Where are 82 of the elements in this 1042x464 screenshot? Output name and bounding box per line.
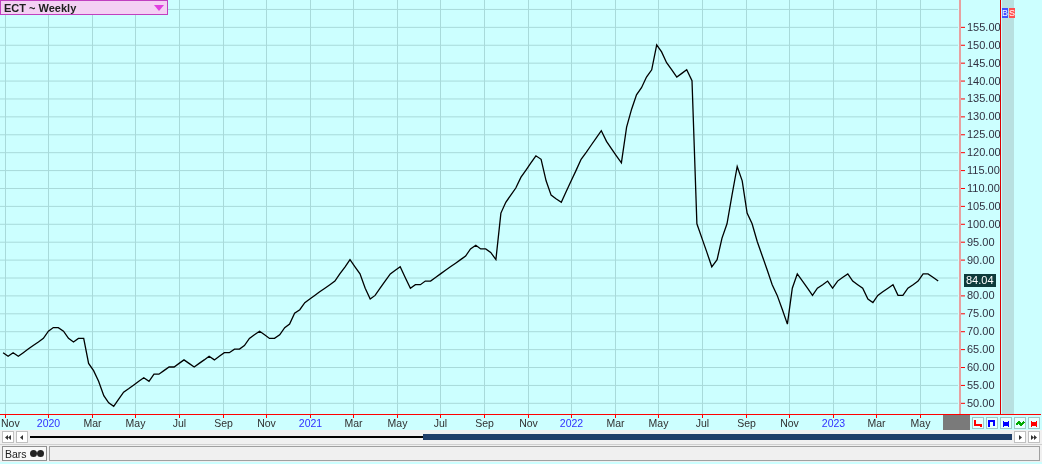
month-label: Nov: [780, 417, 799, 429]
last-button[interactable]: [1028, 431, 1040, 443]
month-label: May: [387, 417, 408, 429]
tick-mark: [960, 259, 966, 261]
tick-mark: [960, 313, 966, 315]
month-label: Sep: [214, 417, 233, 429]
month-label: Nov: [257, 417, 276, 429]
tick-mark: [960, 384, 966, 386]
year-label: 2022: [559, 417, 584, 429]
last-price: 84.04: [964, 273, 996, 287]
symbol-dropdown[interactable]: ECT ~ Weekly: [0, 0, 168, 15]
year-label: 2020: [36, 417, 61, 429]
tick-mark: [960, 152, 966, 154]
month-label: Nov: [1, 417, 20, 429]
previous-icon: [19, 434, 25, 440]
tick-mark: [960, 80, 966, 82]
tick-mark: [960, 205, 966, 207]
month-label: Sep: [737, 417, 756, 429]
next-icon: [1017, 434, 1023, 440]
price-label: 60.00: [967, 361, 995, 373]
dots-icon: [29, 450, 44, 457]
price-label: 135.00: [967, 92, 1000, 105]
month-label: May: [910, 417, 931, 429]
year-label: 2023: [821, 417, 846, 429]
tick-mark: [960, 295, 966, 297]
tool-button[interactable]: [1028, 416, 1040, 429]
price-label: 155.00: [967, 20, 1000, 33]
tick-mark: [960, 98, 966, 100]
month-label: May: [125, 417, 146, 429]
first-icon: [5, 434, 11, 440]
tick-mark: [960, 188, 966, 189]
price-label: 55.00: [967, 378, 995, 391]
tick-mark: [960, 170, 966, 172]
last-icon: [1031, 434, 1037, 440]
price-label: 75.00: [967, 307, 995, 320]
tick-mark: [960, 26, 966, 28]
month-label: Jul: [433, 417, 448, 429]
month-label: Jul: [172, 417, 187, 429]
price-label: 70.00: [967, 325, 995, 338]
month-label: Nov: [519, 417, 538, 429]
next-button[interactable]: [1014, 431, 1026, 443]
month-label: Mar: [867, 417, 886, 429]
tool-button[interactable]: [1000, 416, 1012, 429]
month-label: May: [648, 417, 669, 429]
scroll-thumb[interactable]: [422, 434, 1012, 440]
tick-mark: [960, 44, 966, 46]
price-label: 120.00: [967, 146, 1000, 159]
first-button[interactable]: [2, 431, 14, 443]
tick-mark: [960, 349, 966, 351]
price-label: 130.00: [967, 110, 1000, 123]
price-label: 125.00: [967, 128, 1000, 141]
month-label: Jul: [695, 417, 710, 429]
price-label: 95.00: [967, 235, 995, 248]
tick-mark: [960, 134, 966, 136]
price-label: 65.00: [967, 343, 995, 356]
price-label: 50.00: [967, 396, 995, 409]
tick-mark: [960, 402, 966, 404]
price-label: 145.00: [967, 56, 1000, 69]
tick-mark: [960, 241, 966, 243]
month-label: Mar: [83, 417, 102, 429]
caret-icon: [154, 4, 164, 11]
tick-mark: [960, 331, 966, 333]
price-label: 140.00: [967, 74, 1000, 87]
month-label: Mar: [344, 417, 363, 429]
price-label: 110.00: [967, 182, 1000, 194]
price-label: 115.00: [967, 164, 1000, 177]
price-label: 100.00: [967, 217, 1000, 230]
scroll-corner: [943, 415, 970, 430]
price-label: 150.00: [967, 38, 1000, 51]
price-label: 80.00: [967, 289, 995, 302]
buy-button[interactable]: B: [1002, 8, 1008, 18]
status-tab[interactable]: Bars: [2, 446, 47, 461]
price-label: 105.00: [967, 199, 1000, 212]
month-label: Sep: [475, 417, 494, 429]
year-label: 2021: [298, 417, 323, 429]
price-label: 90.00: [967, 253, 995, 266]
tick-mark: [960, 116, 966, 118]
tick-mark: [960, 367, 966, 368]
tick-mark: [960, 223, 966, 225]
tick-mark: [960, 62, 966, 64]
previous-button[interactable]: [16, 431, 28, 443]
month-label: Mar: [606, 417, 625, 429]
